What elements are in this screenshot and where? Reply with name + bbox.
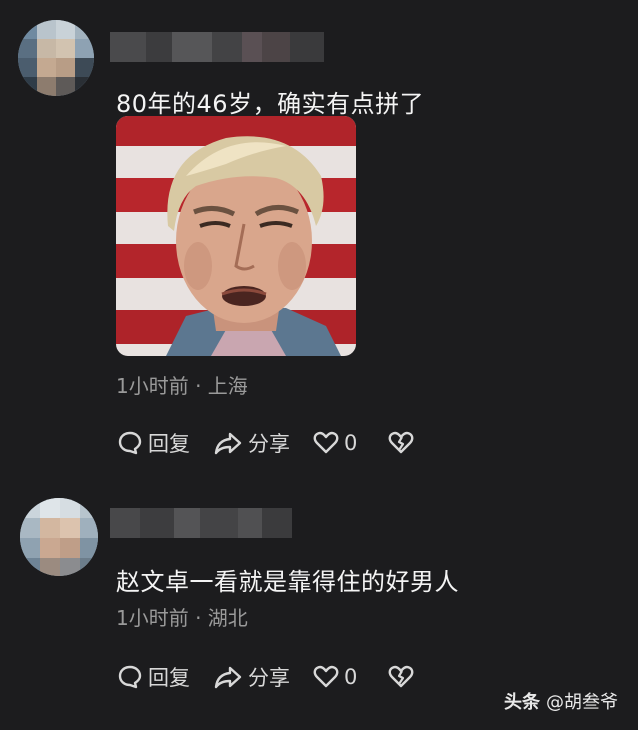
comment-actions: 回复 分享 0: [116, 426, 441, 460]
broken-heart-icon: [388, 431, 414, 454]
heart-icon: [313, 665, 339, 688]
reply-label: 回复: [148, 432, 190, 456]
watermark-brand: 头条: [504, 692, 540, 713]
watermark: 头条 @胡叁爷: [504, 688, 618, 714]
broken-heart-icon: [388, 665, 414, 688]
reply-button[interactable]: 回复: [116, 662, 190, 692]
share-button[interactable]: 分享: [212, 662, 290, 692]
share-button[interactable]: 分享: [212, 428, 290, 458]
share-arrow-icon: [214, 432, 242, 455]
username-blurred[interactable]: [110, 32, 324, 62]
comment-image[interactable]: [116, 116, 356, 356]
comment-item: 80年的46岁，确实有点拼了 1小时前 · 上海 回复 分享 0: [0, 0, 638, 480]
like-count: 0: [344, 665, 358, 689]
avatar[interactable]: [18, 20, 94, 96]
dislike-button[interactable]: [387, 429, 419, 457]
like-count: 0: [344, 431, 358, 455]
avatar[interactable]: [20, 498, 98, 576]
share-label: 分享: [248, 666, 290, 690]
dislike-button[interactable]: [387, 663, 419, 691]
like-button[interactable]: 0: [312, 663, 357, 691]
comment-meta: 1小时前 · 湖北: [116, 606, 248, 630]
heart-icon: [313, 431, 339, 454]
watermark-handle: @胡叁爷: [546, 692, 618, 713]
username-blurred[interactable]: [110, 508, 292, 538]
comment-meta: 1小时前 · 上海: [116, 374, 248, 398]
meme-image: [116, 116, 356, 356]
reply-button[interactable]: 回复: [116, 428, 190, 458]
comment-actions: 回复 分享 0: [116, 660, 441, 694]
reply-label: 回复: [148, 666, 190, 690]
comment-text: 赵文卓一看就是靠得住的好男人: [116, 568, 459, 596]
speech-bubble-icon: [118, 431, 142, 455]
share-arrow-icon: [214, 666, 242, 689]
comment-text: 80年的46岁，确实有点拼了: [116, 90, 425, 118]
like-button[interactable]: 0: [312, 429, 357, 457]
speech-bubble-icon: [118, 665, 142, 689]
share-label: 分享: [248, 432, 290, 456]
